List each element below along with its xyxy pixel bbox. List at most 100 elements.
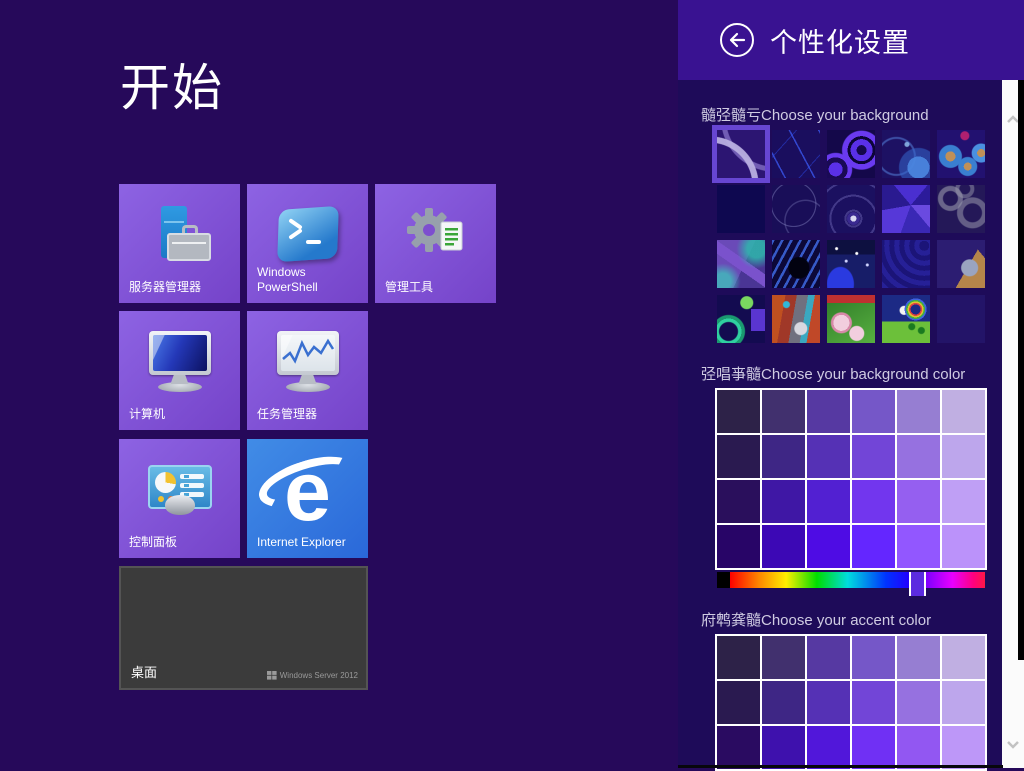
background-color-swatch[interactable] (807, 435, 850, 478)
tile-desktop[interactable]: 桌面 Windows Server 2012 (119, 566, 368, 690)
tile-computer[interactable]: 计算机 (119, 311, 240, 430)
accent-color-swatch[interactable] (942, 636, 985, 679)
background-thumbnail-cartoon-meadow[interactable] (882, 295, 930, 343)
page-title: 开始 (120, 48, 224, 120)
accent-color-section-title: 府鹎龚髓Choose your accent color (701, 609, 931, 630)
background-color-swatch[interactable] (852, 480, 895, 523)
accent-color-swatch[interactable] (897, 726, 940, 769)
server-manager-icon (147, 206, 213, 264)
tile-label: 任务管理器 (257, 407, 360, 423)
background-thumbnail-radial-dashes[interactable] (827, 185, 875, 233)
background-color-swatch[interactable] (942, 480, 985, 523)
tile-control-panel[interactable]: 控制面板 (119, 439, 240, 558)
accent-color-swatch[interactable] (717, 681, 760, 724)
personalization-panel: 个性化设置 髓弪髓亏Choose your background 弪唱亊髓Cho… (678, 0, 1024, 768)
background-color-swatch[interactable] (762, 435, 805, 478)
background-thumbnail-solid-color[interactable] (937, 295, 985, 343)
background-color-swatch[interactable] (717, 480, 760, 523)
accent-color-swatch[interactable] (762, 636, 805, 679)
tile-admin-tools[interactable]: 管理工具 (375, 184, 496, 303)
background-color-swatch[interactable] (807, 480, 850, 523)
background-thumbnail-guitar[interactable] (717, 240, 765, 288)
background-color-section-title: 弪唱亊髓Choose your background color (701, 363, 965, 384)
accent-color-swatch[interactable] (762, 726, 805, 769)
background-thumbnail-abstract-collage[interactable] (772, 295, 820, 343)
tile-internet-explorer[interactable]: e Internet Explorer (247, 439, 368, 558)
background-thumbnail-grid (717, 130, 985, 343)
tile-label: Windows PowerShell (257, 265, 360, 296)
task-manager-icon (272, 331, 344, 397)
panel-title: 个性化设置 (770, 21, 910, 60)
hue-slider[interactable] (717, 572, 985, 588)
accent-color-swatch[interactable] (717, 636, 760, 679)
background-color-swatch[interactable] (717, 390, 760, 433)
windows-watermark: Windows Server 2012 (267, 671, 358, 680)
background-color-swatch[interactable] (897, 390, 940, 433)
powershell-icon (278, 208, 338, 260)
background-color-swatch[interactable] (762, 525, 805, 568)
background-thumbnail-sketch-face[interactable] (772, 185, 820, 233)
background-color-swatch[interactable] (942, 390, 985, 433)
accent-color-swatch[interactable] (897, 681, 940, 724)
background-thumbnail-concentric-rings[interactable] (882, 240, 930, 288)
background-color-swatch[interactable] (762, 480, 805, 523)
windows-logo-icon (267, 671, 277, 680)
internet-explorer-icon: e (258, 453, 358, 539)
background-thumbnail-lilies[interactable] (827, 295, 875, 343)
hue-gradient-right[interactable] (926, 572, 985, 588)
background-color-swatch[interactable] (852, 390, 895, 433)
background-color-swatch[interactable] (942, 525, 985, 568)
tile-server-manager[interactable]: 服务器管理器 (119, 184, 240, 303)
background-color-grid (715, 388, 987, 570)
background-thumbnail-glider-bird[interactable] (937, 240, 985, 288)
accent-color-swatch[interactable] (852, 726, 895, 769)
accent-color-swatch[interactable] (807, 726, 850, 769)
background-thumbnail-green-moon-swirl[interactable] (717, 295, 765, 343)
back-arrow-icon (728, 32, 746, 48)
background-color-swatch[interactable] (897, 435, 940, 478)
screen-edge-strip (1018, 80, 1024, 660)
background-color-swatch[interactable] (897, 480, 940, 523)
background-thumbnail-bold-swirls[interactable] (827, 130, 875, 178)
accent-color-swatch[interactable] (717, 726, 760, 769)
accent-color-swatch[interactable] (807, 681, 850, 724)
start-screen: 开始 服务器管理器 Windows PowerShell (0, 0, 1024, 768)
background-thumbnail-ferns[interactable] (772, 240, 820, 288)
background-thumbnail-lollipop-flowers[interactable] (937, 130, 985, 178)
accent-color-swatch[interactable] (762, 681, 805, 724)
background-color-swatch[interactable] (852, 525, 895, 568)
background-color-swatch[interactable] (807, 525, 850, 568)
panel-header: 个性化设置 (678, 0, 1024, 80)
desktop-tile-label: 桌面 (131, 662, 157, 681)
background-color-swatch[interactable] (762, 390, 805, 433)
scroll-down-icon[interactable] (1005, 736, 1021, 752)
background-color-swatch[interactable] (897, 525, 940, 568)
back-button[interactable] (720, 23, 754, 57)
background-color-swatch[interactable] (717, 525, 760, 568)
hue-slider-handle[interactable] (911, 572, 924, 596)
background-thumbnail-crystals[interactable] (882, 185, 930, 233)
tile-label: 控制面板 (129, 535, 232, 551)
background-thumbnail-ribbon-swirl[interactable] (717, 130, 765, 178)
accent-color-swatch[interactable] (942, 726, 985, 769)
accent-color-swatch[interactable] (807, 636, 850, 679)
tile-label: 计算机 (129, 407, 232, 423)
accent-color-swatch[interactable] (897, 636, 940, 679)
background-color-swatch[interactable] (942, 435, 985, 478)
background-thumbnail-gears[interactable] (937, 185, 985, 233)
accent-color-swatch[interactable] (942, 681, 985, 724)
accent-color-swatch[interactable] (852, 681, 895, 724)
tile-task-manager[interactable]: 任务管理器 (247, 311, 368, 430)
admin-tools-icon (404, 206, 468, 264)
accent-color-grid (715, 634, 987, 771)
accent-color-swatch[interactable] (852, 636, 895, 679)
background-thumbnail-crossing-lines[interactable] (772, 130, 820, 178)
background-thumbnail-flower-branch[interactable] (882, 130, 930, 178)
hue-gradient-left[interactable] (717, 572, 909, 588)
background-thumbnail-dunes[interactable] (717, 185, 765, 233)
background-color-swatch[interactable] (807, 390, 850, 433)
background-color-swatch[interactable] (717, 435, 760, 478)
background-thumbnail-night-sky[interactable] (827, 240, 875, 288)
tile-windows-powershell[interactable]: Windows PowerShell (247, 184, 368, 303)
background-color-swatch[interactable] (852, 435, 895, 478)
